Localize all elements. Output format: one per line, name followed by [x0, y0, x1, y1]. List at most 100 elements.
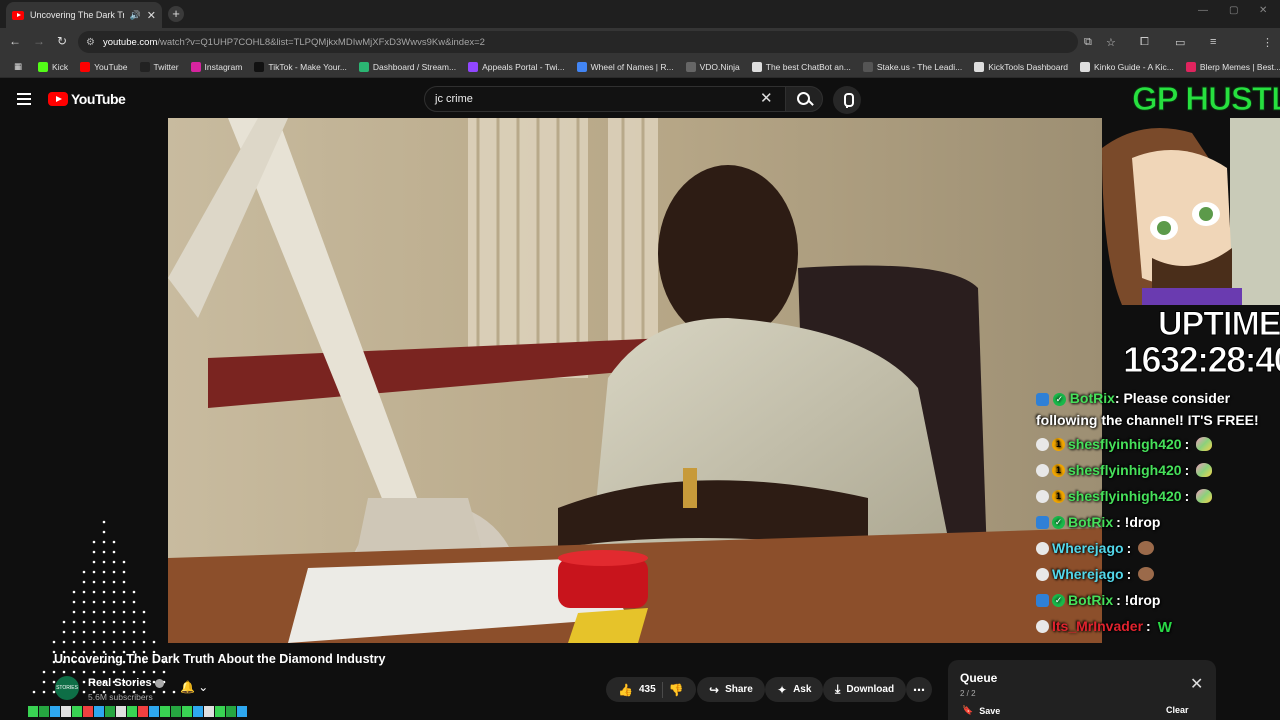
overlay-dot: [112, 570, 116, 574]
address-bar[interactable]: ⚙ youtube.com /watch?v=Q1UHP7COHL8&list=…: [78, 31, 1078, 53]
chat-text: :: [1126, 566, 1132, 582]
bookmark-item[interactable]: Wheel of Names | R...: [571, 61, 680, 72]
overlay-brand: GP HUSTLA: [1131, 80, 1280, 118]
like-count[interactable]: 435: [639, 684, 656, 695]
chat-username[interactable]: shesflyinhigh420: [1068, 462, 1182, 478]
new-tab-button[interactable]: +: [168, 6, 184, 22]
bookmark-item[interactable]: Dashboard / Stream...: [353, 61, 462, 72]
site-info-icon[interactable]: ⚙: [86, 37, 95, 48]
bookmark-item[interactable]: Twitter: [134, 61, 185, 72]
bookmark-label: Stake.us - The Leadi...: [876, 61, 963, 72]
browser-tab[interactable]: Uncovering The Dark Truth 🔊 ✕: [6, 2, 162, 28]
overlay-dot: [92, 550, 96, 554]
minimize-icon[interactable]: —: [1198, 5, 1208, 16]
chat-username[interactable]: BotRix: [1070, 390, 1115, 406]
bookmark-item[interactable]: YouTube: [74, 61, 133, 72]
bookmark-label: Dashboard / Stream...: [372, 61, 457, 72]
apps-icon[interactable]: ▦: [8, 61, 32, 72]
address-toolbar: ← → ↻ ⚙ youtube.com /watch?v=Q1UHP7COHL8…: [0, 28, 1280, 77]
queue-save-button[interactable]: 🔖 Save: [962, 705, 1000, 716]
browser-menu-icon[interactable]: ⋮: [1262, 36, 1273, 49]
chat-username[interactable]: Wherejago: [1052, 566, 1124, 582]
bot-badge-icon: [1036, 593, 1049, 607]
voice-search-button[interactable]: [833, 86, 861, 114]
cast-icon[interactable]: ▭: [1175, 36, 1185, 49]
overlay-dot: [132, 610, 136, 614]
emote-chip: [171, 706, 181, 717]
more-actions-button[interactable]: ⋯: [906, 677, 932, 702]
queue-clear-button[interactable]: Clear: [1166, 705, 1189, 715]
more-icon: ⋯: [913, 682, 925, 697]
twitch-icon: [468, 61, 479, 72]
uptime-value: 1632:28:40: [1122, 339, 1280, 381]
overlay-dot: [102, 570, 106, 574]
share-button[interactable]: ↪ Share: [697, 677, 765, 702]
overlay-dot: [142, 620, 146, 624]
overlay-dot: [142, 630, 146, 634]
chat-username[interactable]: shesflyinhigh420: [1068, 436, 1182, 452]
bookmark-item[interactable]: Kinko Guide - A Kic...: [1074, 61, 1180, 72]
overlay-dot: [92, 560, 96, 564]
search-input[interactable]: jc crime: [424, 86, 786, 112]
bookmark-item[interactable]: Stake.us - The Leadi...: [857, 61, 968, 72]
overlay-dot: [102, 610, 106, 614]
chat-username[interactable]: BotRix: [1068, 592, 1113, 608]
download-button[interactable]: ⤓ Download: [823, 677, 907, 702]
queue-close-icon[interactable]: ✕: [1190, 674, 1203, 694]
back-icon[interactable]: ←: [9, 34, 21, 48]
channel-avatar[interactable]: STORIES: [55, 676, 79, 700]
overlay-dot: [62, 630, 66, 634]
bookmark-item[interactable]: The best ChatBot an...: [746, 61, 857, 72]
bookmark-item[interactable]: TikTok - Make Your...: [248, 61, 353, 72]
menu-icon[interactable]: [17, 93, 31, 105]
emote-chip: [193, 706, 203, 717]
search-button[interactable]: [785, 86, 823, 112]
chat-text: :: [1126, 540, 1132, 556]
window-close-icon[interactable]: ✕: [1259, 5, 1267, 16]
download-icon: ⤓: [835, 682, 841, 696]
bookmark-star-icon[interactable]: ☆: [1106, 36, 1116, 49]
chat-username[interactable]: Wherejago: [1052, 540, 1124, 556]
ask-button[interactable]: ✦ Ask: [765, 677, 824, 702]
overlay-dot: [112, 610, 116, 614]
clear-search-icon[interactable]: ✕: [760, 89, 773, 107]
heart-emote-icon: [1196, 489, 1213, 503]
overlay-dot: [82, 570, 86, 574]
maximize-icon[interactable]: ▢: [1229, 5, 1238, 16]
chat-username[interactable]: shesflyinhigh420: [1068, 488, 1182, 504]
bookmark-item[interactable]: Appeals Portal - Twi...: [462, 61, 571, 72]
chat-message: 1 shesflyinhigh420 :: [1036, 457, 1280, 483]
tab-close-icon[interactable]: ✕: [147, 9, 156, 22]
reload-icon[interactable]: ↻: [57, 34, 67, 48]
bookmark-item[interactable]: KickTools Dashboard: [968, 61, 1074, 72]
overlay-dot: [102, 600, 106, 604]
forward-icon[interactable]: →: [33, 34, 45, 48]
youtube-play-icon: [48, 92, 68, 106]
video-player[interactable]: [168, 118, 1102, 643]
media-controls-icon[interactable]: ≡: [1210, 36, 1216, 48]
emote-chip: [61, 706, 71, 717]
overlay-dot: [102, 550, 106, 554]
bookmark-item[interactable]: Kick: [32, 61, 74, 72]
notification-bell-icon[interactable]: 🔔 ⌄: [180, 680, 208, 694]
overlay-dot: [122, 600, 126, 604]
bookmark-item[interactable]: Instagram: [185, 61, 249, 72]
chat-message: ✓ BotRix: Please consider following the …: [1036, 387, 1280, 431]
bookmark-item[interactable]: VDO.Ninja: [680, 61, 746, 72]
w-emote-icon: W: [1157, 619, 1172, 636]
speaker-icon[interactable]: 🔊: [130, 10, 141, 21]
bookmark-item[interactable]: Blerp Memes | Best...: [1180, 61, 1280, 72]
youtube-logo[interactable]: YouTube: [48, 91, 126, 107]
overlay-dot: [112, 620, 116, 624]
chat-username[interactable]: Its_MrInvader: [1052, 618, 1143, 634]
bookmark-label: VDO.Ninja: [699, 61, 740, 72]
chat-username[interactable]: BotRix: [1068, 514, 1113, 530]
verified-icon: [154, 678, 164, 688]
dislike-icon[interactable]: 👎: [669, 683, 684, 697]
channel-name[interactable]: Real Stories: [88, 677, 164, 689]
extensions-icon[interactable]: ⧠: [1140, 36, 1149, 49]
chat-message: Wherejago :: [1036, 535, 1280, 561]
install-app-icon[interactable]: ⧉: [1084, 36, 1092, 49]
overlay-dot: [82, 630, 86, 634]
like-icon[interactable]: 👍: [618, 683, 633, 697]
